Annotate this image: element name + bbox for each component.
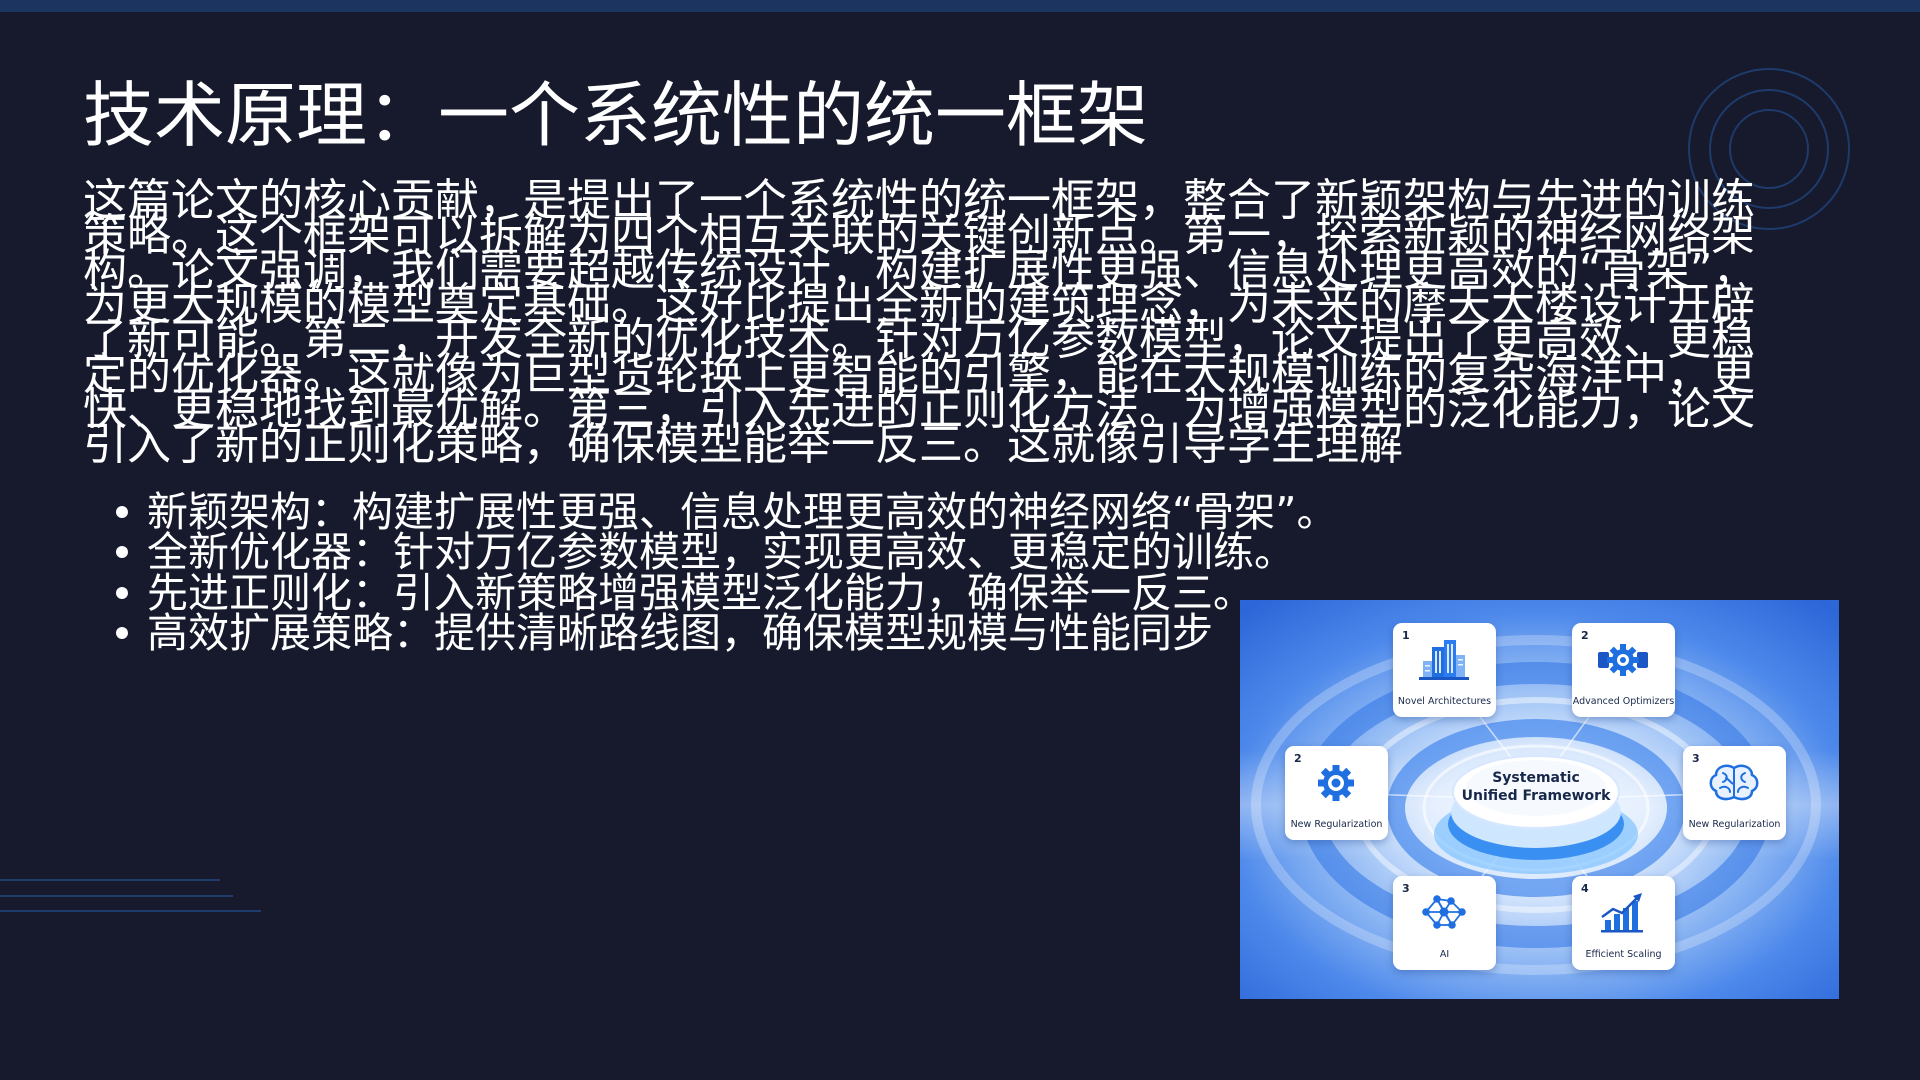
body-paragraph: 这篇论文的核心贡献，是提出了一个系统性的统一框架，整合了新颖架构与先进的训练策略… (83, 175, 1757, 470)
bullet-dot (116, 586, 128, 599)
bullet-item: 新颖架构：构建扩展性更强、信息处理更高效的神经网络“骨架”。 (100, 492, 1337, 533)
bullet-dot (116, 627, 128, 640)
framework-infographic: Systematic Unified Framework 1 Novel Arc (1240, 600, 1839, 999)
top-accent-bar (0, 0, 1920, 12)
bullet-text: 高效扩展策略：提供清晰路线图，确保模型规模与性能同步 (147, 609, 1213, 658)
card-number: 1 (1402, 629, 1410, 642)
card-label: Novel Architectures (1397, 696, 1492, 707)
card-new-regularization: 2 New Regularization (1285, 746, 1388, 840)
card-label: Advanced Optimizers (1572, 696, 1675, 707)
gear-icon (1318, 765, 1354, 801)
card-novel-architectures: 1 Novel Architectures (1393, 623, 1496, 717)
network-icon (1422, 895, 1466, 929)
center-title-line1: Systematic (1492, 770, 1580, 786)
center-title-line2: Unified Framework (1462, 788, 1611, 804)
card-label: AI (1439, 949, 1450, 960)
bullet-list: 新颖架构：构建扩展性更强、信息处理更高效的神经网络“骨架”。 全新优化器：针对万… (100, 492, 1337, 654)
decor-line (0, 879, 220, 881)
card-number: 2 (1294, 752, 1302, 765)
center-platform: Systematic Unified Framework (1434, 755, 1638, 874)
engine-gear-icon (1598, 644, 1648, 676)
card-number: 2 (1581, 629, 1589, 642)
bullet-item: 全新优化器：针对万亿参数模型，实现更高效、更稳定的训练。 (100, 532, 1337, 573)
growth-chart-icon (1601, 893, 1643, 933)
bullet-item: 高效扩展策略：提供清晰路线图，确保模型规模与性能同步 (100, 613, 1337, 654)
bullet-item: 先进正则化：引入新策略增强模型泛化能力，确保举一反三。 (100, 572, 1337, 613)
decor-line (0, 895, 233, 897)
card-advanced-optimizers: 2 Advanced Optimizers (1572, 623, 1675, 717)
building-icon (1419, 640, 1469, 680)
card-ai: 3 AI (1393, 876, 1496, 970)
card-label: New Regularization (1290, 819, 1383, 830)
bullet-dot (116, 546, 128, 559)
card-new-regularization-brain: 3 New Regularization (1683, 746, 1786, 840)
decor-line (0, 910, 261, 912)
card-label: Efficient Scaling (1585, 949, 1662, 960)
card-label: New Regularization (1688, 819, 1781, 830)
card-efficient-scaling: 4 Efficient Scaling (1572, 876, 1675, 970)
slide-title: 技术原理：一个系统性的统一框架 (83, 74, 1149, 157)
brain-icon (1709, 764, 1759, 801)
card-number: 3 (1692, 752, 1700, 765)
bullet-dot (116, 506, 128, 518)
card-number: 4 (1581, 882, 1589, 895)
card-number: 3 (1402, 882, 1410, 895)
